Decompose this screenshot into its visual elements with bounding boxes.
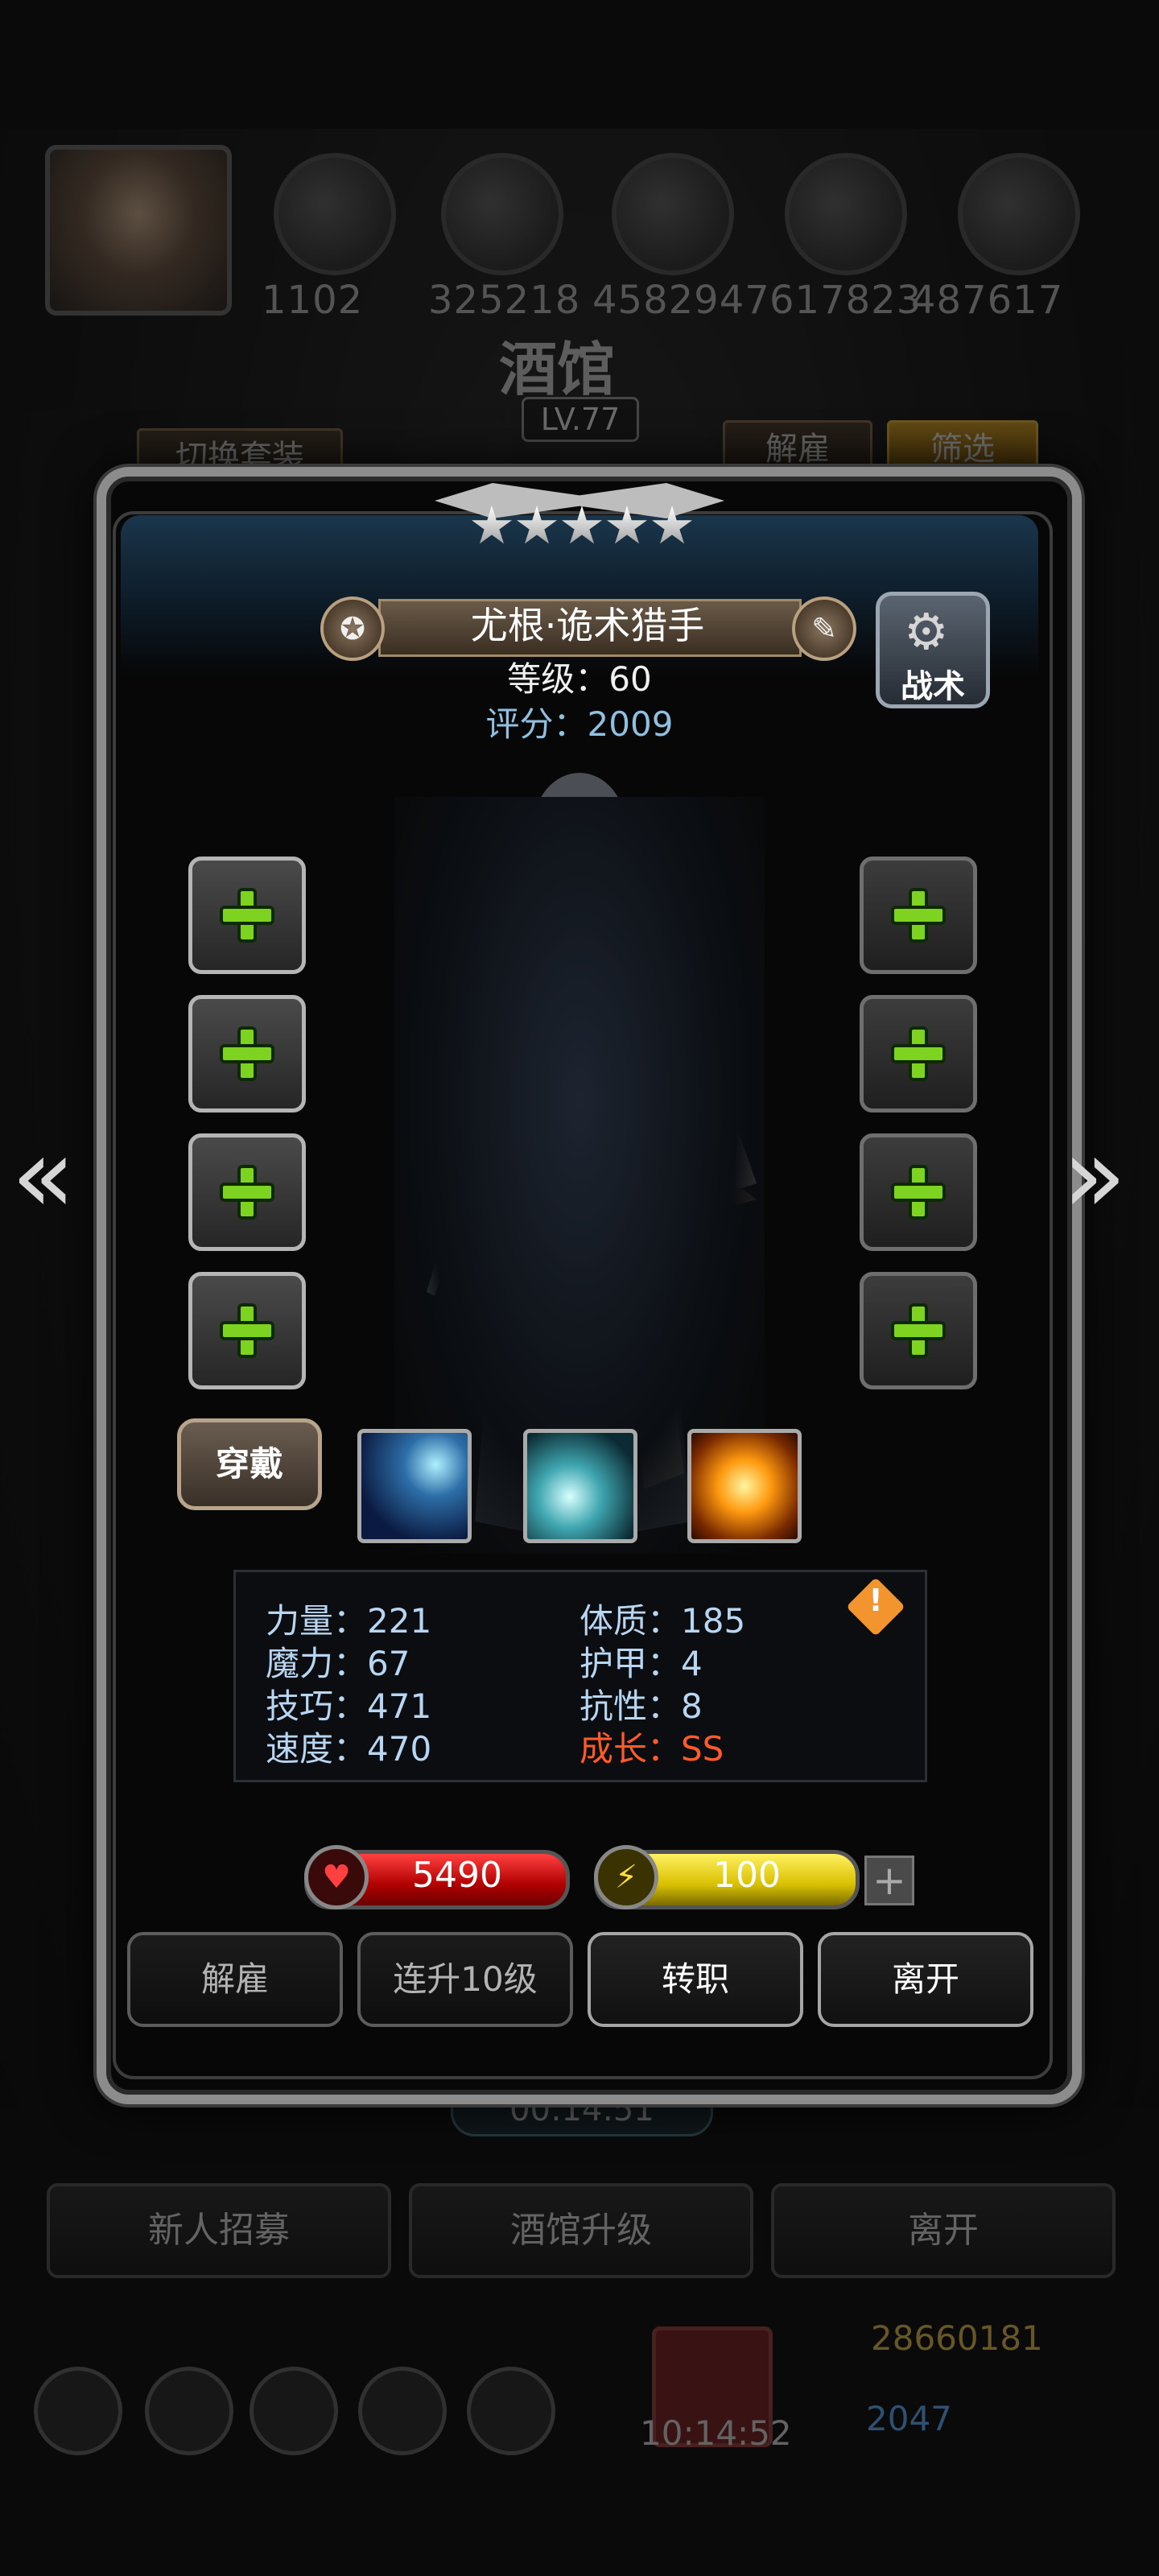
stat-magic: 魔力：67 (266, 1644, 410, 1683)
star-icon (562, 506, 602, 544)
resource-value: 325218 (428, 278, 581, 323)
resource-value: 487617 (911, 278, 1064, 323)
add-plus-icon (891, 1026, 946, 1081)
equip-slot-armor[interactable] (188, 995, 306, 1113)
level-up-10-button[interactable]: 连升10级 (357, 1932, 573, 2027)
stat-strength: 力量：221 (266, 1601, 432, 1641)
skill-whirl-icon[interactable] (523, 1429, 637, 1543)
stat-armor: 护甲：4 (580, 1644, 703, 1683)
resource-icon (958, 153, 1080, 275)
stat-constitution: 体质：185 (580, 1601, 746, 1641)
add-plus-icon (891, 1165, 946, 1220)
menu-round-icon[interactable] (34, 2367, 122, 2455)
change-class-button[interactable]: 转职 (588, 1932, 803, 2027)
resource-icon (274, 153, 396, 275)
star-icon (517, 506, 557, 544)
resource-icon (612, 153, 734, 275)
resource-icon (441, 153, 563, 275)
wear-button[interactable]: 穿戴 (177, 1418, 322, 1510)
warning-glyph: ! (868, 1583, 883, 1618)
hero-name: 尤根·诡术猎手 (470, 604, 705, 647)
stat-resistance: 抗性：8 (580, 1686, 703, 1726)
energy-value: 100 (713, 1855, 781, 1896)
stat-skill: 技巧：471 (266, 1686, 432, 1726)
equip-slot-relic[interactable] (860, 1272, 977, 1389)
double-chevron-right-icon[interactable]: » (1062, 1123, 1127, 1228)
resource-value: 1102 (262, 278, 364, 323)
equip-slot-weapon[interactable] (188, 857, 306, 974)
gem-amount: 2047 (866, 2399, 952, 2438)
rename-button[interactable]: ✎ (792, 597, 856, 661)
add-plus-icon (891, 888, 946, 943)
double-chevron-left-icon[interactable]: « (11, 1123, 76, 1228)
skill-slash-icon[interactable] (357, 1429, 472, 1543)
leave-tavern-button[interactable]: 离开 (771, 2183, 1116, 2278)
hero-level: 等级：60 (507, 659, 652, 699)
stat-speed: 速度：470 (266, 1729, 432, 1769)
edit-icon: ✎ (811, 611, 837, 646)
medal-badge-button[interactable]: ✪ (320, 597, 385, 661)
tavern-level: LV.77 (522, 397, 639, 442)
player-avatar[interactable] (45, 145, 232, 316)
star-icon (607, 506, 647, 544)
star-rating (471, 506, 693, 547)
add-plus-icon (220, 888, 274, 943)
menu-round-icon[interactable] (250, 2367, 338, 2455)
add-plus-icon (220, 1165, 274, 1220)
gear-icon: ⚙ (904, 602, 949, 661)
tactics-button[interactable]: ⚙ 战术 (876, 592, 990, 708)
dismiss-hero-button[interactable]: 解雇 (127, 1932, 343, 2027)
stat-growth: 成长：SS (580, 1729, 724, 1769)
close-dialog-button[interactable]: 离开 (818, 1932, 1033, 2027)
tavern-upgrade-button[interactable]: 酒馆升级 (409, 2183, 753, 2278)
add-plus-icon (891, 1303, 946, 1358)
clock-text: 10:14:52 (640, 2413, 792, 2453)
recruit-button[interactable]: 新人招募 (47, 2183, 391, 2278)
resource-value: 617823 (769, 278, 922, 323)
menu-round-icon[interactable] (145, 2367, 233, 2455)
add-plus-icon (220, 1303, 274, 1358)
hero-score: 评分：2009 (485, 704, 674, 744)
resource-icon (785, 153, 907, 275)
gold-amount: 28660181 (871, 2318, 1043, 2358)
menu-round-icon[interactable] (467, 2367, 555, 2455)
resource-value: 4582947 (592, 278, 770, 323)
add-plus-icon (220, 1026, 274, 1081)
star-icon (652, 506, 692, 544)
star-icon (472, 506, 512, 544)
menu-round-icon[interactable] (358, 2367, 447, 2455)
skill-burst-icon[interactable] (687, 1429, 802, 1543)
equip-slot-charm[interactable] (860, 1133, 977, 1251)
tactics-label: 战术 (901, 668, 965, 705)
hp-value: 5490 (412, 1855, 502, 1896)
equip-slot-accessory[interactable] (188, 1133, 306, 1251)
equip-slot-amulet[interactable] (860, 995, 977, 1113)
equip-slot-ring[interactable] (860, 857, 977, 974)
medal-icon: ✪ (340, 611, 365, 646)
add-energy-button[interactable]: + (864, 1856, 914, 1905)
equip-slot-extra[interactable] (188, 1272, 306, 1389)
tavern-title: 酒馆 (499, 335, 616, 403)
